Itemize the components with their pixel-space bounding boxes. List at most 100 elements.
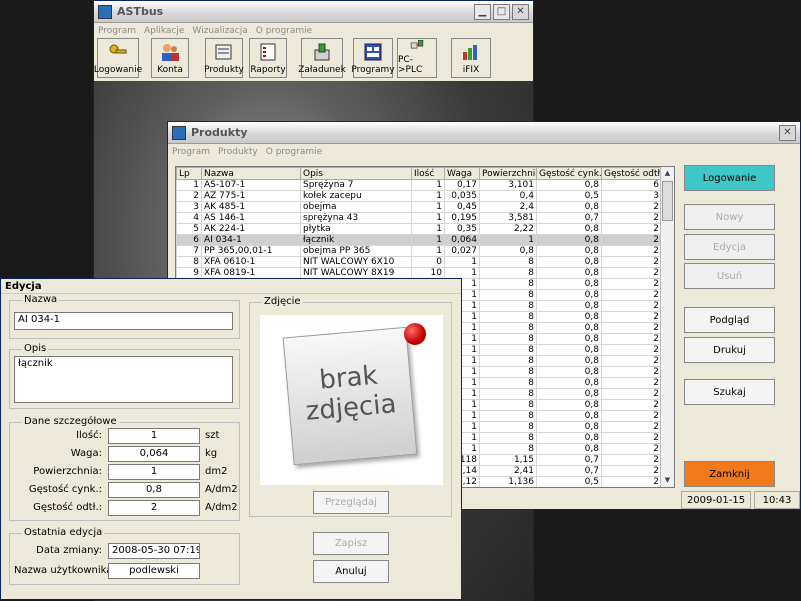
edycja-titlebar[interactable]: Edycja	[1, 279, 461, 294]
powierzchnia-label: Powierzchnia:	[33, 466, 102, 477]
table-header-row: Lp Nazwa Opis Ilość Waga Powierzchnia Gę…	[176, 167, 662, 180]
table-cell: 0,8	[536, 432, 602, 444]
waga-label: Waga:	[70, 448, 102, 459]
col-header-gestosc-cynk[interactable]: Gęstość cynk.	[536, 167, 602, 180]
usun-button[interactable]: Usuń	[684, 263, 775, 289]
table-cell: 4	[176, 212, 202, 224]
col-header-opis[interactable]: Opis	[300, 167, 412, 180]
nazwa-input[interactable]: AI 034-1	[14, 312, 233, 330]
col-header-lp[interactable]: Lp	[176, 167, 202, 180]
ilosc-unit: szt	[205, 430, 220, 441]
group-dane-label: Dane szczegółowe	[22, 416, 119, 427]
przegladaj-button[interactable]: Przeglądaj	[313, 491, 389, 514]
table-cell: PP 365,00,01-1	[201, 245, 301, 257]
table-cell: 1	[411, 223, 445, 235]
uzytkownik-field: podlewski	[108, 563, 200, 579]
table-row[interactable]: 3 AK 485-1 obejma 1 0,45 2,4 0,8 2	[176, 201, 662, 213]
col-header-nazwa[interactable]: Nazwa	[201, 167, 301, 180]
gestosc-cynk-unit: A/dm2	[205, 484, 238, 495]
astbus-titlebar[interactable]: ASTbus ▁ □ ✕	[94, 1, 533, 23]
menu-program[interactable]: Program	[98, 26, 136, 36]
table-cell: 8	[176, 256, 202, 268]
table-cell: 0,8	[536, 267, 602, 279]
menu-produkty[interactable]: Produkty	[218, 147, 258, 157]
gestosc-cynk-input[interactable]: 0,8	[108, 482, 200, 498]
toolbar-konta-button[interactable]: Konta	[151, 38, 189, 78]
table-cell: 8	[479, 355, 537, 367]
scroll-up-icon[interactable]: ▲	[661, 167, 674, 180]
anuluj-button[interactable]: Anuluj	[313, 560, 389, 583]
table-row[interactable]: 9 XFA 0819-1 NIT WALCOWY 8X19 10 1 8 0,8 2	[176, 267, 662, 279]
table-cell: 8	[479, 256, 537, 268]
table-cell: 8	[479, 388, 537, 400]
podglad-button[interactable]: Podgląd	[684, 307, 775, 333]
powierzchnia-unit: dm2	[205, 466, 228, 477]
menu-o-programie[interactable]: O programie	[266, 147, 322, 157]
toolbar-produkty-button[interactable]: Produkty	[204, 38, 244, 78]
col-header-powierzchnia[interactable]: Powierzchnia	[479, 167, 537, 180]
table-cell: 2	[601, 465, 662, 477]
scroll-thumb[interactable]	[662, 181, 673, 221]
powierzchnia-input[interactable]: 1	[108, 464, 200, 480]
table-cell: 2	[601, 399, 662, 411]
waga-input[interactable]: 0,064	[108, 446, 200, 462]
table-cell: 2	[601, 267, 662, 279]
maximize-icon[interactable]: □	[493, 3, 510, 20]
toolbar-programy-button[interactable]: Programy	[351, 38, 395, 78]
programs-icon	[364, 43, 382, 61]
table-row[interactable]: 4 AS 146-1 sprężyna 43 1 0,195 3,581 0,7 2	[176, 212, 662, 224]
szukaj-button[interactable]: Szukaj	[684, 379, 775, 405]
table-row[interactable]: 5 AK 224-1 płytka 1 0,35 2,22 0,8 2	[176, 223, 662, 235]
zapisz-button[interactable]: Zapisz	[313, 532, 389, 555]
col-header-gestosc-odtl[interactable]: Gęstość odtł.	[601, 167, 662, 180]
close-icon[interactable]: ✕	[779, 124, 796, 141]
table-cell: 9	[176, 267, 202, 279]
table-cell: 2	[601, 212, 662, 224]
close-icon[interactable]: ✕	[512, 3, 529, 20]
edycja-button[interactable]: Edycja	[684, 234, 775, 260]
toolbar-zaladunek-button[interactable]: Załadunek	[298, 38, 346, 78]
ilosc-input[interactable]: 1	[108, 428, 200, 444]
zamknij-button[interactable]: Zamknij	[684, 461, 775, 487]
table-row[interactable]: 6 AI 034-1 łącznik 1 0,064 1 0,8 2	[176, 234, 662, 246]
table-row[interactable]: 2 AZ 775-1 kołek zacepu 1 0,035 0,4 0,5 3	[176, 190, 662, 202]
table-cell: 2	[601, 344, 662, 356]
gestosc-odtl-input[interactable]: 2	[108, 500, 200, 516]
menu-wizualizacja[interactable]: Wizualizacja	[192, 26, 247, 36]
scroll-down-icon[interactable]: ▼	[661, 474, 674, 487]
toolbar-logowanie-button[interactable]: Logowanie	[94, 38, 142, 78]
table-cell: 2	[601, 421, 662, 433]
table-cell: 0,8	[536, 223, 602, 235]
table-row[interactable]: 8 XFA 0610-1 NIT WALCOWY 6X10 0 1 8 0,8 2	[176, 256, 662, 268]
toolbar-ifix-button[interactable]: iFIX	[451, 38, 491, 78]
table-cell: 2	[601, 322, 662, 334]
nowy-button[interactable]: Nowy	[684, 204, 775, 230]
opis-textarea[interactable]: łącznik	[14, 356, 233, 403]
table-cell: 0,8	[536, 399, 602, 411]
col-header-waga[interactable]: Waga	[444, 167, 480, 180]
produkty-titlebar[interactable]: Produkty ✕	[168, 122, 800, 144]
minimize-icon[interactable]: ▁	[474, 3, 491, 20]
table-cell: XFA 0819-1	[201, 267, 301, 279]
table-cell: 2	[601, 388, 662, 400]
toolbar-raporty-button[interactable]: Raporty	[249, 38, 287, 78]
table-cell: 8	[479, 333, 537, 345]
table-cell: 0,5	[536, 476, 602, 487]
toolbar-pc-plc-button[interactable]: PC->PLC	[397, 38, 437, 78]
drukuj-button[interactable]: Drukuj	[684, 337, 775, 363]
table-cell: 3,581	[479, 212, 537, 224]
waga-unit: kg	[205, 448, 218, 459]
menu-aplikacje[interactable]: Aplikacje	[144, 26, 184, 36]
table-row[interactable]: 7 PP 365,00,01-1 obejma PP 365 1 0,027 0,8 0,8…	[176, 245, 662, 257]
table-cell: 0,8	[536, 179, 602, 191]
menu-o-programie[interactable]: O programie	[256, 26, 312, 36]
table-row[interactable]: 1 AS-107-1 Sprężyna 7 1 0,17 3,101 0,8 6	[176, 179, 662, 191]
table-cell: 1	[176, 179, 202, 191]
grid-scrollbar[interactable]: ▲ ▼	[660, 167, 674, 487]
logowanie-button[interactable]: Logowanie	[684, 165, 775, 191]
menu-program[interactable]: Program	[172, 147, 210, 157]
table-cell: 0,027	[444, 245, 480, 257]
table-cell: 2,4	[479, 201, 537, 213]
col-header-ilosc[interactable]: Ilość	[411, 167, 445, 180]
table-cell: 0,45	[444, 201, 480, 213]
